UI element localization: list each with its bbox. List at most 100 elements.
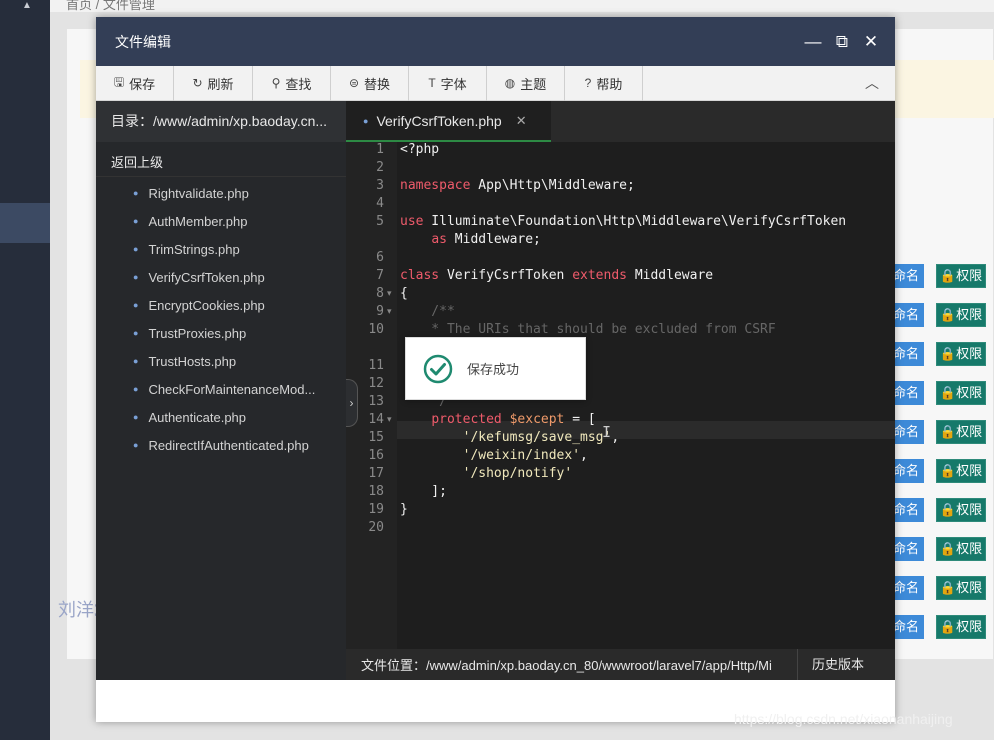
fold-arrow-icon[interactable]: ▾ (387, 306, 392, 317)
code-line[interactable]: use Illuminate\Foundation\Http\Middlewar… (400, 214, 846, 229)
code-area[interactable]: <?php namespace App\Http\Middleware; use I… (400, 142, 895, 680)
search-icon: ⚲ (271, 76, 281, 90)
fold-arrow-icon[interactable]: ▾ (387, 288, 392, 299)
code-line[interactable]: as Middleware; (400, 232, 541, 247)
chevron-up-icon[interactable]: ︿ (849, 73, 895, 93)
table-row-actions: 命名 🔒权限 (888, 459, 994, 483)
code-line[interactable]: '/weixin/index', (400, 448, 588, 463)
text-cursor: I (602, 423, 612, 441)
close-icon[interactable]: ✕ (861, 32, 881, 52)
file-item[interactable]: ● TrimStrings.php (96, 235, 326, 263)
file-item[interactable]: ● AuthMember.php (96, 207, 326, 235)
permission-button[interactable]: 🔒权限 (936, 264, 986, 288)
font-icon: T (428, 76, 436, 90)
code-line[interactable]: { (400, 286, 408, 301)
file-item[interactable]: ● EncryptCookies.php (96, 291, 326, 319)
credit-text: https://blog.csdn.net/xiaonanhaijing (734, 711, 953, 727)
close-tab-icon[interactable]: ✕ (516, 113, 527, 129)
line-number: 3 (376, 178, 384, 193)
file-item[interactable]: ● Rightvalidate.php (96, 179, 326, 207)
search-button[interactable]: ⚲ 查找 (253, 65, 331, 101)
permission-button[interactable]: 🔒权限 (936, 381, 986, 405)
php-file-icon: ● (133, 328, 139, 338)
line-number: 7 (376, 268, 384, 283)
php-file-icon: ● (133, 188, 139, 198)
save-success-toast: 保存成功 (405, 337, 586, 400)
toast-message: 保存成功 (467, 362, 520, 377)
line-number: 19 (368, 502, 384, 517)
sidebar-active-item[interactable] (0, 203, 50, 243)
line-number: 4 (376, 196, 384, 211)
maximize-icon[interactable]: ⧉ (832, 32, 852, 52)
php-file-icon: ● (133, 300, 139, 310)
line-number: 15 (368, 430, 384, 445)
file-item[interactable]: ● CheckForMaintenanceMod... (96, 375, 326, 403)
app-topbar (50, 0, 994, 12)
code-line[interactable]: '/shop/notify' (400, 466, 573, 481)
line-number: 11 (368, 358, 384, 373)
line-number: 5 (376, 214, 384, 229)
collapse-sidebar-toggle[interactable]: › (346, 379, 358, 427)
line-number: 17 (368, 466, 384, 481)
code-line[interactable]: * The URIs that should be excluded from … (400, 322, 775, 337)
php-file-icon: ● (133, 440, 139, 450)
minimize-icon[interactable]: — (803, 32, 823, 52)
app-sidebar: ▲ (0, 0, 50, 740)
dialog-title: 文件编辑 (115, 33, 171, 50)
file-item[interactable]: ● TrustHosts.php (96, 347, 326, 375)
editor-toolbar: 🖫 保存 ↻ 刷新 ⚲ 查找 ⊜ 替换 T 字体 ◍ 主题 ? 帮助 ︿ (96, 65, 895, 101)
file-item[interactable]: ● TrustProxies.php (96, 319, 326, 347)
editor-tabbar: ● VerifyCsrfToken.php ✕ (346, 101, 895, 142)
table-row-actions: 命名 🔒权限 (888, 537, 994, 561)
table-row-actions: 命名 🔒权限 (888, 381, 994, 405)
success-check-icon (423, 354, 453, 383)
permission-button[interactable]: 🔒权限 (936, 459, 986, 483)
permission-button[interactable]: 🔒权限 (936, 537, 986, 561)
php-file-icon: ● (133, 384, 139, 394)
code-line[interactable]: namespace App\Http\Middleware; (400, 178, 635, 193)
file-item[interactable]: ● VerifyCsrfToken.php (96, 263, 326, 291)
file-editor-dialog: 文件编辑 — ⧉ ✕ 🖫 保存 ↻ 刷新 ⚲ 查找 ⊜ 替换 T 字体 ◍ 主题 ? 帮助 ︿… (96, 17, 895, 722)
history-versions-button[interactable]: 历史版本 (797, 649, 895, 680)
refresh-icon: ↻ (192, 76, 203, 90)
permission-button[interactable]: 🔒权限 (936, 498, 986, 522)
code-line[interactable]: <?php (400, 142, 439, 157)
code-line[interactable]: ]; (400, 484, 447, 499)
fold-arrow-icon[interactable]: ▾ (387, 414, 392, 425)
file-item[interactable]: ● RedirectIfAuthenticated.php (96, 431, 326, 459)
back-to-parent-link[interactable]: 返回上级 (96, 142, 346, 177)
permission-button[interactable]: 🔒权限 (936, 576, 986, 600)
code-line[interactable]: /** (400, 304, 455, 319)
directory-path: 目录：/www/admin/xp.baoday.cn... (96, 101, 346, 142)
help-button[interactable]: ? 帮助 (565, 65, 643, 101)
permission-button[interactable]: 🔒权限 (936, 420, 986, 444)
caret-up-icon[interactable]: ▲ (22, 0, 32, 11)
permission-button[interactable]: 🔒权限 (936, 615, 986, 639)
theme-button[interactable]: ◍ 主题 (487, 65, 565, 101)
table-row-actions: 命名 🔒权限 (888, 576, 994, 600)
help-icon: ? (584, 76, 592, 90)
line-number: 16 (368, 448, 384, 463)
font-button[interactable]: T 字体 (409, 65, 487, 101)
editor-statusbar: 文件位置：/www/admin/xp.baoday.cn_80/wwwroot/… (346, 649, 895, 680)
line-number: 10 (368, 322, 384, 337)
line-number: 2 (376, 160, 384, 175)
code-line[interactable]: } (400, 502, 408, 517)
line-number: 20 (368, 520, 384, 535)
code-line[interactable]: '/kefumsg/save_msg', (400, 430, 620, 445)
line-number: 1 (376, 142, 384, 157)
line-number: 9 (376, 304, 384, 319)
php-file-icon: ● (363, 115, 369, 126)
table-row-actions: 命名 🔒权限 (888, 303, 994, 327)
permission-button[interactable]: 🔒权限 (936, 342, 986, 366)
replace-button[interactable]: ⊜ 替换 (331, 65, 409, 101)
tab-verifycsrftoken[interactable]: ● VerifyCsrfToken.php ✕ (346, 101, 551, 142)
code-line[interactable]: class VerifyCsrfToken extends Middleware (400, 268, 713, 283)
php-file-icon: ● (133, 244, 139, 254)
file-item[interactable]: ● Authenticate.php (96, 403, 326, 431)
save-button[interactable]: 🖫 保存 (96, 65, 174, 101)
code-line[interactable]: protected $except = [ (400, 412, 595, 427)
refresh-button[interactable]: ↻ 刷新 (174, 65, 253, 101)
permission-button[interactable]: 🔒权限 (936, 303, 986, 327)
replace-icon: ⊜ (348, 76, 360, 90)
